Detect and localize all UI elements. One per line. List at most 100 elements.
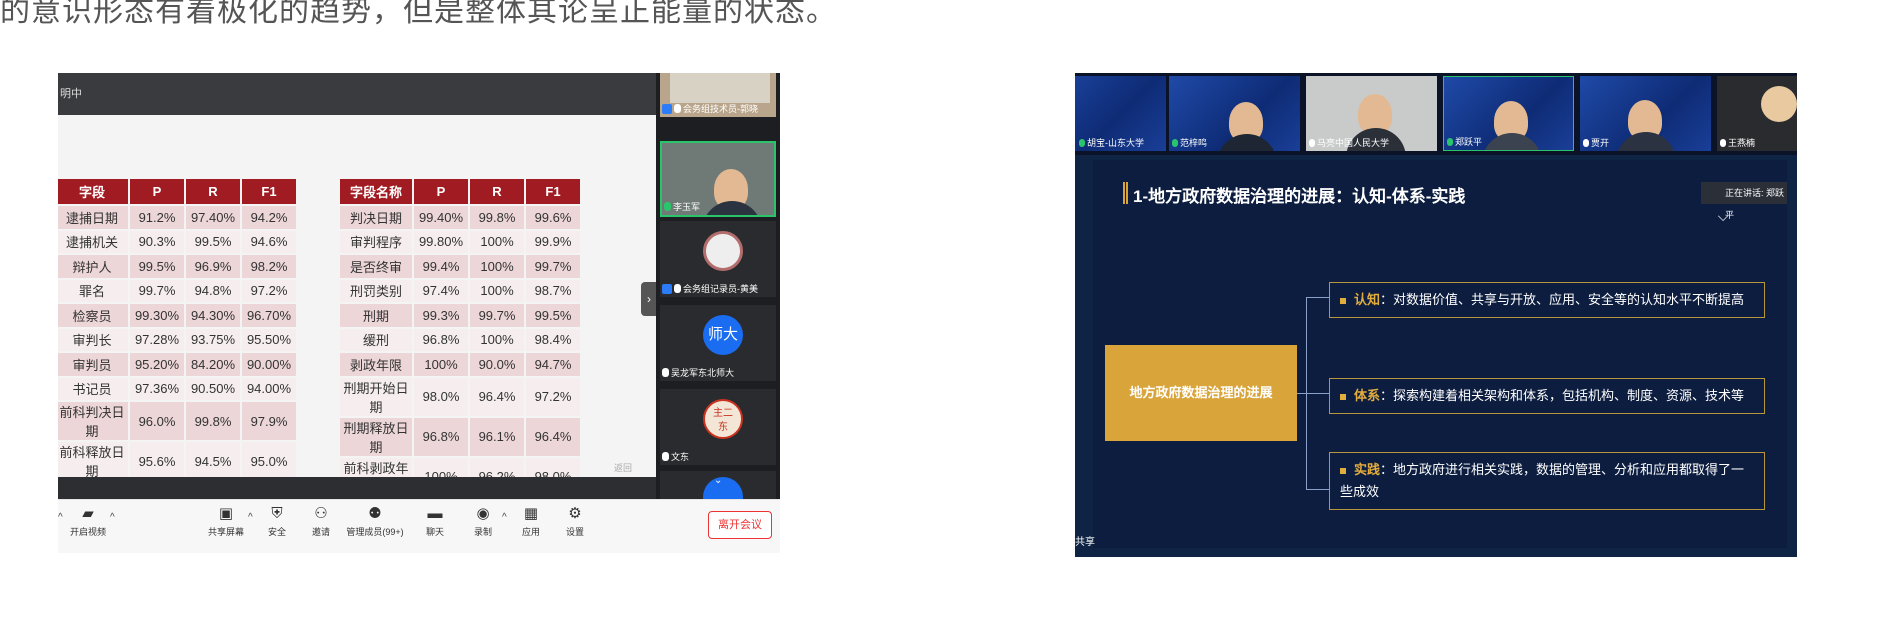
table-cell: 96.0% [130,402,184,440]
participant-tile[interactable]: 胡宝-山东大学 [1075,76,1166,151]
table-cell: 100% [470,255,524,278]
participant-tile[interactable]: 范梓鸣 [1169,76,1300,151]
caret-up-icon[interactable]: ^ [502,512,507,523]
bullet-icon [1340,393,1346,400]
participant-tile[interactable]: 贾开 [1580,76,1711,151]
table-cell: 100% [414,353,468,376]
participant-label: 郑跃平 [1447,135,1482,148]
slide-watermark: 返回 [614,463,633,473]
caret-up-icon[interactable]: ^ [58,512,63,523]
table-cell: 99.7% [470,304,524,327]
share-topbar: 明中 [58,73,656,115]
invite-button[interactable]: ⚇ 邀请 [306,506,336,538]
table-row: 刑罚类别 97.4% 100% 98.7% [340,279,580,302]
column-header: R [470,179,524,204]
table-cell: 99.9% [526,230,580,253]
table-row: 辩护人 99.5% 96.9% 98.2% [58,255,296,278]
table-cell: 96.9% [186,255,240,278]
chat-button[interactable]: ▬ 聊天 [420,506,450,538]
apps-icon: ▦ [523,505,539,522]
chat-icon: ▬ [427,505,443,522]
point-practice: 实践：地方政府进行相关实践，数据的管理、分析和应用都取得了一些成效 [1329,452,1765,510]
table-row: 刑期释放日期 96.8% 96.1% 96.4% [340,417,580,456]
participant-tile[interactable]: ⌄ [660,471,776,499]
participant-body [1217,134,1277,151]
table-cell: 94.5% [186,442,240,480]
table-row: 审判长 97.28% 93.75% 95.50% [58,328,296,351]
table-cell: 96.4% [470,377,524,416]
caret-up-icon[interactable]: ^ [248,512,253,523]
participant-tile-active[interactable]: 郑跃平 [1443,76,1574,151]
table-cell: 是否终审 [340,255,412,278]
table-row: 判决日期 99.40% 99.8% 99.6% [340,206,580,229]
table-row: 审判员 95.20% 84.20% 90.00% [58,353,296,376]
chevron-down-icon[interactable]: ⌄ [714,475,722,486]
participant-label: 会务组技术员-郭晓 [662,102,758,115]
table-row: 是否终审 99.4% 100% 99.7% [340,255,580,278]
table-row: 罪名 99.7% 94.8% 97.2% [58,279,296,302]
table-cell: 99.8% [470,206,524,229]
settings-button[interactable]: ⚙ 设置 [560,506,590,538]
table-row: 刑期开始日期 98.0% 96.4% 97.2% [340,377,580,416]
table-row: 逮捕机关 90.3% 99.5% 94.6% [58,230,296,253]
participant-body [1616,132,1676,151]
table-cell: 100% [470,328,524,351]
table-cell: 90.50% [186,377,240,400]
members-icon: ⚉ [368,505,382,522]
slide-title: 1-地方政府数据治理的进展：认知-体系-实践 [1133,187,1466,206]
tile-mic-icon [1720,138,1726,147]
column-header: F1 [526,179,580,204]
bullet-icon [1340,467,1346,474]
collapse-gallery-button[interactable]: › [641,282,657,316]
security-button[interactable]: ⛨ 安全 [262,506,292,538]
table-cell: 100% [470,279,524,302]
table-cell: 94.6% [242,230,296,253]
table-cell: 90.3% [130,230,184,253]
table-cell: 99.7% [130,279,184,302]
leave-meeting-button[interactable]: 离开会议 [708,511,772,539]
shared-slide: 1-地方政府数据治理的进展：认知-体系-实践 正在讲话: 郑跃平 ⌵ 地方政府数… [1093,160,1787,548]
table-cell: 逮捕机关 [58,230,128,253]
participant-tile[interactable]: 师大 吴龙军东北师大 [660,305,776,381]
table-cell: 96.70% [242,304,296,327]
table-cell: 99.8% [186,402,240,440]
tile-mic-icon [662,452,669,461]
point-cognition: 认知：对数据价值、共享与开放、应用、安全等的认知水平不断提高 [1329,282,1765,318]
video-button[interactable]: ▰ 开启视频 [68,506,108,538]
table-cell: 99.6% [526,206,580,229]
university-logo-icon: ⌵ [1717,208,1729,224]
participant-tile[interactable]: 主二 东 文东 [660,389,776,465]
participant-tile[interactable]: 马亮中国人民大学 [1306,76,1437,151]
shared-slide: 字段 P R F1 逮捕日期 91.2% 97.40% 94.2% 逮捕机关 90.3% 99.5… [58,115,656,529]
mic-icon [1172,138,1178,147]
table-cell: 刑期释放日期 [340,417,412,456]
share-label: 共享 [1075,537,1095,548]
table-cell: 90.0% [470,353,524,376]
manage-members-button[interactable]: ⚉ 管理成员(99+) [342,506,408,538]
participant-tile[interactable]: 会务组技术员-郭晓 [660,73,776,117]
connector-line [1306,393,1329,394]
table-cell: 罪名 [58,279,128,302]
center-topic-box: 地方政府数据治理的进展 [1105,345,1297,441]
user-icon [662,103,672,114]
caret-up-icon[interactable]: ^ [110,512,115,523]
apps-button[interactable]: ▦ 应用 [516,506,546,538]
participant-tile[interactable]: 会务组记录员-黄美 [660,221,776,297]
article-text: 的意识形态有着极化的趋势，但是整体其论呈正能量的状态。 [0,0,837,28]
table-cell: 97.28% [130,328,184,351]
shield-icon: ⛨ [271,505,283,522]
invite-icon: ⚇ [314,505,328,522]
participant-tile[interactable]: 王燕楠 [1717,76,1797,151]
table-cell: 100% [470,230,524,253]
participant-gallery: 会务组技术员-郭晓 李玉军 会务组记录员-黄美 师大 吴龙军东北师大 主二 东 … [656,73,780,499]
table-cell: 99.5% [186,230,240,253]
table-cell: 99.4% [414,255,468,278]
table-cell: 97.9% [242,402,296,440]
share-screen-button[interactable]: ▣ 共享屏幕 [206,506,246,538]
participant-tile-active[interactable]: 李玉军 [660,141,776,217]
table-cell: 94.8% [186,279,240,302]
table-cell: 审判程序 [340,230,412,253]
table-cell: 97.36% [130,377,184,400]
record-button[interactable]: ◉ 录制 [468,506,498,538]
table-cell: 书记员 [58,377,128,400]
